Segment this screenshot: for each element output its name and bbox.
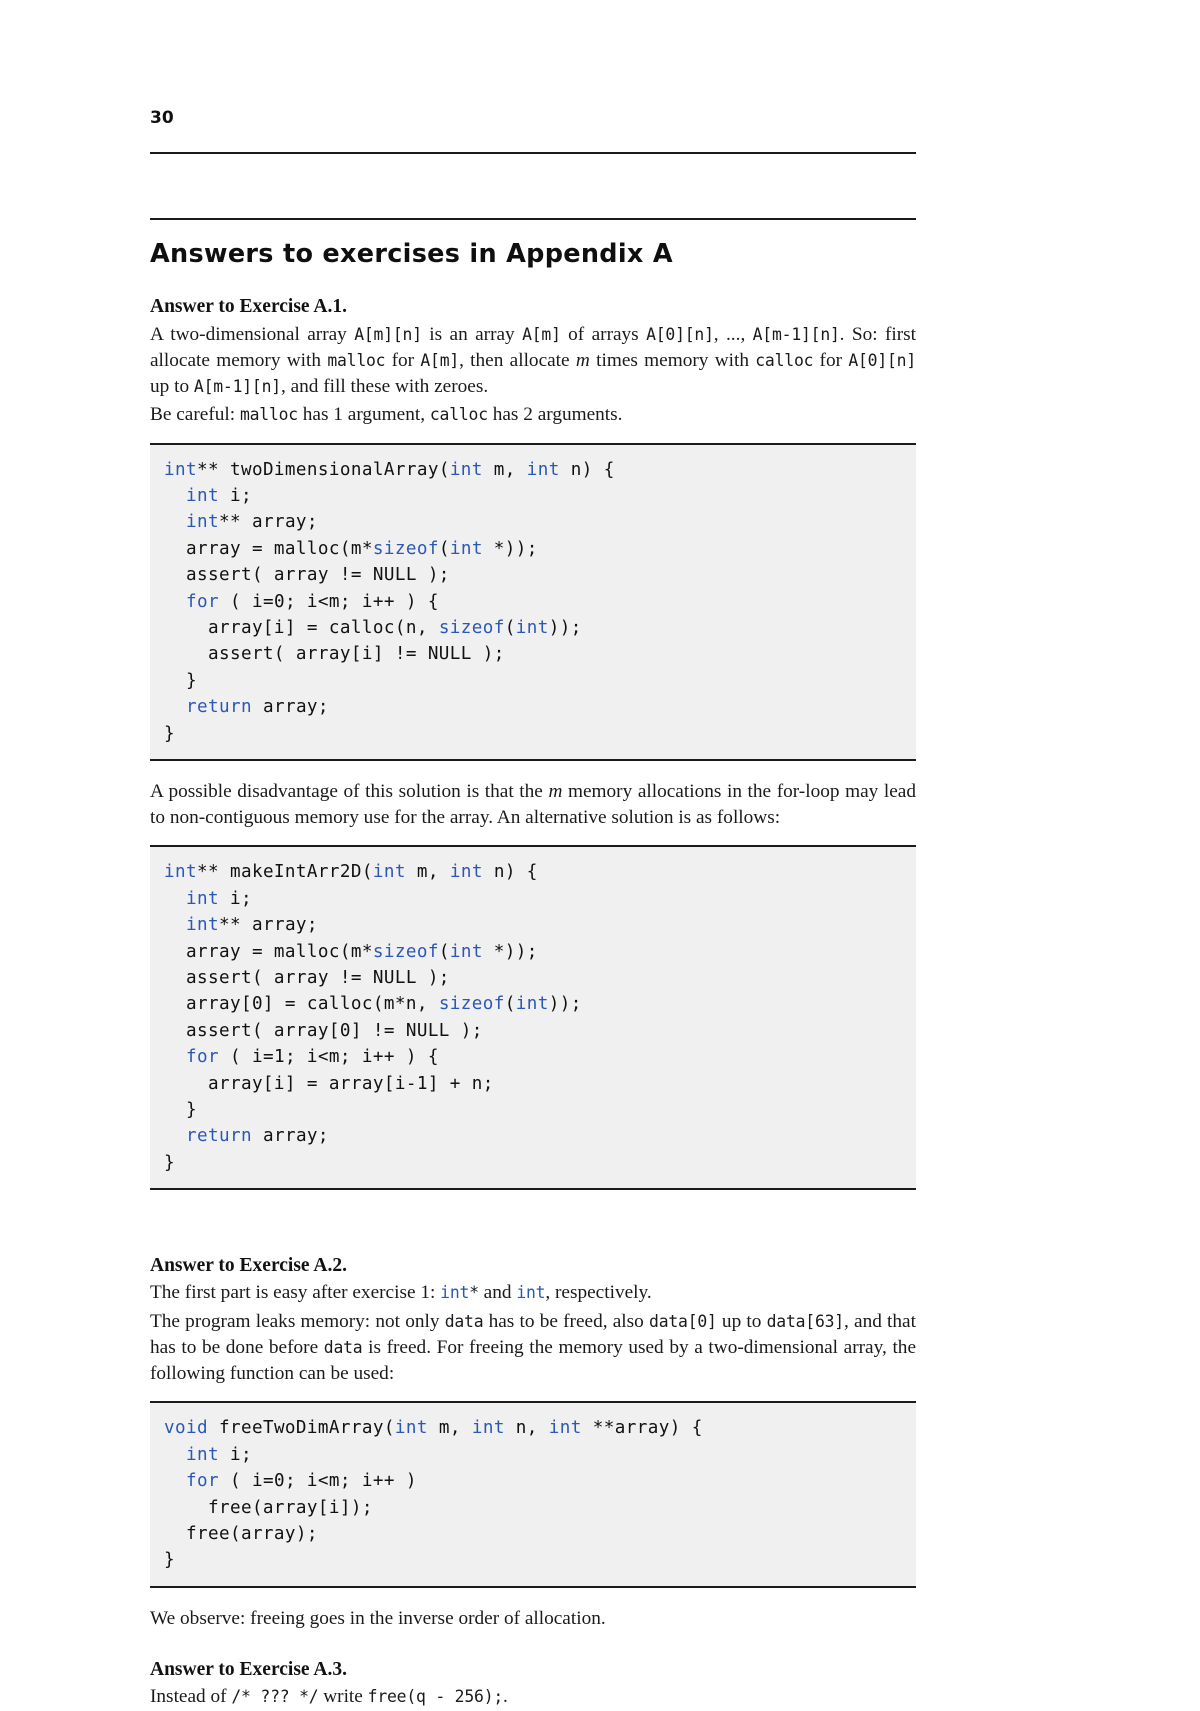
answer-a2-observation-paragraph: We observe: freeing goes in the inverse … xyxy=(150,1607,606,1629)
answer-a3-paragraph-1: Instead of /* ??? */ write free(q - 256)… xyxy=(150,1686,508,1708)
answer-a1-paragraph-2: Be careful: malloc has 1 argument, callo… xyxy=(150,404,623,426)
title-rule xyxy=(150,218,916,220)
answer-a2-paragraph-2: The program leaks memory: not only data … xyxy=(150,1310,917,1385)
page-number: 30 xyxy=(150,108,174,128)
answer-heading-a1: Answer to Exercise A.1. xyxy=(150,296,347,318)
page-title: Answers to exercises in Appendix A xyxy=(150,239,673,269)
header-rule xyxy=(150,152,916,154)
answer-a1-disadvantage-paragraph: A possible disadvantage of this solution… xyxy=(150,780,916,829)
code-content: int** makeIntArr2D(int m, int n) { int i… xyxy=(164,862,582,1173)
page-content: 30 Answers to exercises in Appendix A An… xyxy=(150,0,916,1711)
answer-heading-a2: Answer to Exercise A.2. xyxy=(150,1255,347,1277)
document-page: 30 Answers to exercises in Appendix A An… xyxy=(0,0,1200,1707)
code-block-two-dimensional-array: int** twoDimensionalArray(int m, int n) … xyxy=(150,442,916,761)
answer-a1-paragraph-1: A two-dimensional array A[m][n] is an ar… xyxy=(150,323,917,398)
code-content: void freeTwoDimArray(int m, int n, int *… xyxy=(164,1418,703,1571)
code-block-free-two-dim-array: void freeTwoDimArray(int m, int n, int *… xyxy=(150,1401,916,1588)
code-block-make-int-arr-2d: int** makeIntArr2D(int m, int n) { int i… xyxy=(150,845,916,1191)
answer-a2-paragraph-1: The first part is easy after exercise 1:… xyxy=(150,1282,652,1304)
code-content: int** twoDimensionalArray(int m, int n) … xyxy=(164,459,615,744)
answer-heading-a3: Answer to Exercise A.3. xyxy=(150,1658,347,1680)
